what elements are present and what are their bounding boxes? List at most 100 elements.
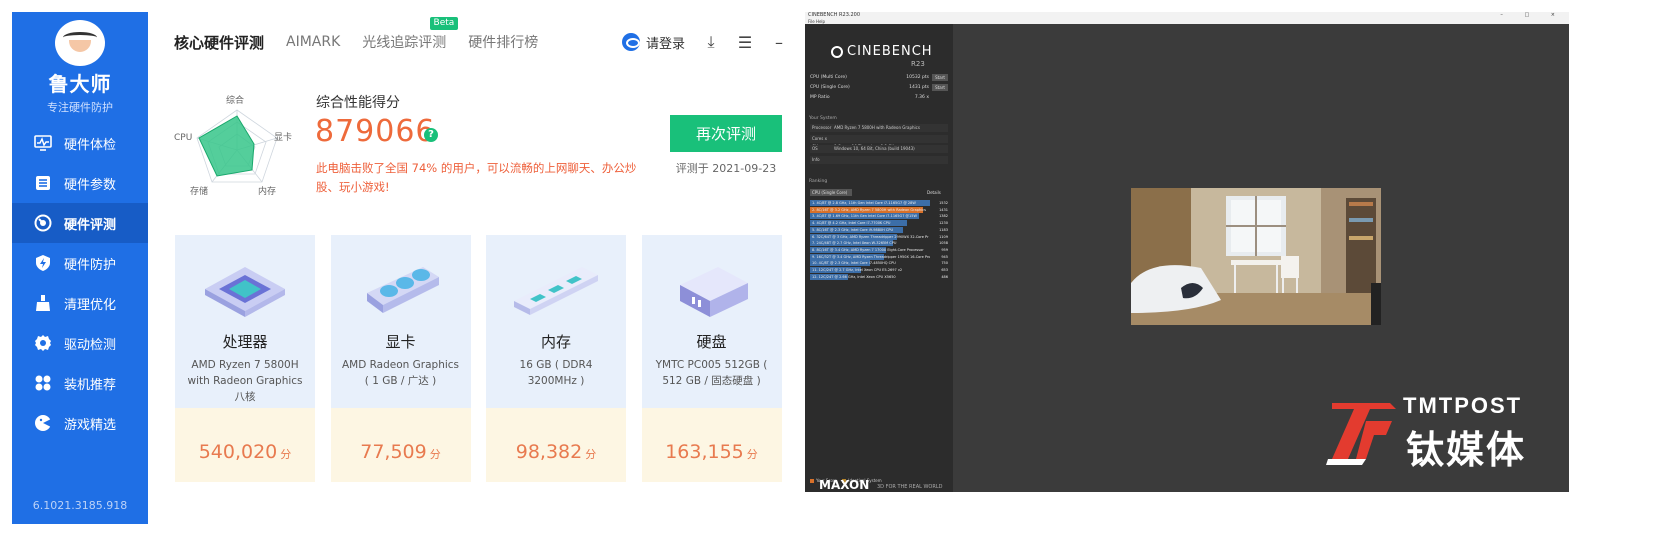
watermark-cn: 钛媒体 xyxy=(1406,428,1527,472)
result-label: CPU (Multi Core) xyxy=(810,75,847,80)
maxon-tagline: 3D FOR THE REAL WORLD xyxy=(877,484,943,490)
tab-0[interactable]: 核心硬件评测 xyxy=(174,32,264,53)
download-icon[interactable]: ⤓ xyxy=(703,32,719,52)
radar-chart: 综合 CPU 显卡 存储 内存 xyxy=(174,94,292,197)
score-value: 879066 xyxy=(315,114,436,149)
ranking-row[interactable]: 4. 4C/8T @ 4.2 GHz, Intel Core i7-7700K … xyxy=(810,220,948,227)
ranking-label: 5. 8C/16T @ 2.3 GHz, Intel Core i9-9880H… xyxy=(812,227,894,232)
ranking-details[interactable]: Details xyxy=(927,189,949,196)
mascot-logo-icon xyxy=(55,20,105,66)
cinebench-logo-icon xyxy=(831,45,843,58)
sidebar-item-4[interactable]: 清理优化 xyxy=(12,283,148,323)
hardware-card-1[interactable]: 显卡 AMD Radeon Graphics ( 1 GB / 广达 ) 77,50… xyxy=(330,235,471,482)
menu-icon[interactable]: ☰ xyxy=(737,33,753,52)
tab-label: 核心硬件评测 xyxy=(174,33,265,52)
cinebench-side-panel: CINEBENCH R23 CPU (Multi Core) 10532 pts S… xyxy=(805,24,953,492)
radar-label-bottom-left: 存储 xyxy=(190,185,208,197)
sidebar-item-7[interactable]: 游戏精选 xyxy=(12,403,148,443)
ranking-score: 1183 xyxy=(939,227,948,232)
ranking-select[interactable]: CPU (Single Core) xyxy=(810,189,852,196)
tab-1[interactable]: AIMARK xyxy=(286,34,340,50)
help-icon[interactable]: ? xyxy=(424,128,438,142)
beta-badge: Beta xyxy=(429,17,459,30)
cinebench-logo: CINEBENCH xyxy=(831,44,933,59)
login-link[interactable]: 请登录 xyxy=(646,33,685,52)
card-score-unit: 分 xyxy=(280,448,292,461)
beat-text: 此电脑击败了全国 74% 的用户，可以流畅的上网聊天、办公炒股、玩小游戏! xyxy=(316,161,637,194)
hardware-card-0[interactable]: 处理器 AMD Ryzen 7 5800H with Radeon Graphic… xyxy=(175,235,315,482)
system-key: Info xyxy=(812,156,820,162)
result-value: 7.36 x xyxy=(914,95,929,100)
ranking-row[interactable]: 2. 8C/16T @ 3.2 GHz, AMD Ryzen 7 5800H w… xyxy=(810,206,948,213)
ranking-row[interactable]: 9. 16C/32T @ 3.4 GHz, AMD Ryzen Threadri… xyxy=(810,253,948,260)
minimize-icon[interactable]: – xyxy=(771,33,787,52)
sidebar-item-label: 游戏精选 xyxy=(64,417,117,433)
ranking-label: 12. 12C/24T @ 2.66 GHz, Intel Xeon CPU X… xyxy=(812,274,896,279)
sidebar-item-2[interactable]: 硬件评测 xyxy=(12,203,148,243)
tmtpost-logo-icon xyxy=(1326,403,1396,465)
sidebar-item-5[interactable]: 驱动检测 xyxy=(12,323,148,363)
radar-label-right: 显卡 xyxy=(274,131,292,143)
start-button[interactable]: Start xyxy=(932,74,948,81)
user-icon[interactable] xyxy=(621,33,640,51)
ranking-row[interactable]: 10. 4C/8T @ 2.3 GHz, Intel Core i7-4850H… xyxy=(810,260,948,267)
ranking-row[interactable]: 5. 8C/16T @ 2.3 GHz, Intel Core i9-9880H… xyxy=(810,226,948,233)
score-label: 综合性能得分 xyxy=(316,95,400,111)
hardware-card-3[interactable]: 硬盘 YMTC PC005 512GB ( 512 GB / 固态硬盘 ) 163,… xyxy=(641,235,782,482)
start-button[interactable]: Start xyxy=(932,84,948,91)
card-title: 硬盘 xyxy=(696,333,727,351)
card-desc: AMD Ryzen 7 5800H with Radeon Graphics 八… xyxy=(187,359,303,403)
ranking-row[interactable]: 12. 12C/24T @ 2.66 GHz, Intel Xeon CPU X… xyxy=(810,273,948,280)
ranking-score: 1431 xyxy=(939,207,948,212)
gear-icon xyxy=(34,334,52,352)
system-key: OS xyxy=(812,146,818,151)
sidebar-item-label: 硬件体检 xyxy=(64,137,117,153)
system-row: Info xyxy=(810,155,948,164)
ranking-score: 1382 xyxy=(939,214,948,219)
render-preview-image xyxy=(1131,188,1381,325)
tab-2[interactable]: 光线追踪评测 Beta xyxy=(362,17,459,52)
radar-label-bottom-right: 内存 xyxy=(258,185,276,197)
ranking-heading: Ranking xyxy=(809,179,828,184)
tab-3[interactable]: 硬件排行榜 xyxy=(468,32,538,52)
result-value: 1431 pts xyxy=(909,85,929,90)
tab-label: 硬件排行榜 xyxy=(468,35,539,51)
ranking-row[interactable]: 8. 8C/16T @ 3.4 GHz, AMD Ryzen 7 1700X E… xyxy=(810,246,948,253)
card-desc: YMTC PC005 512GB ( 512 GB / 固态硬盘 ) xyxy=(655,359,768,387)
sidebar-item-6[interactable]: 装机推荐 xyxy=(12,363,148,403)
ranking-score: 945 xyxy=(941,254,948,259)
shield-bolt-icon xyxy=(34,254,52,272)
radar-label-left: CPU xyxy=(174,133,192,143)
maxon-logo: MAXON xyxy=(819,478,870,492)
ranking-row[interactable]: 11. 12C/24T @ 2.7 GHz, Intel Xeon CPU E5… xyxy=(810,267,948,273)
sidebar-item-1[interactable]: 硬件参数 xyxy=(12,163,148,203)
ranking-label: 3. 4C/8T @ 1.69 GHz, 11th Gen Intel Core… xyxy=(812,214,917,219)
app-slogan: 专注硬件防护 xyxy=(47,101,113,114)
ranking-label: 7. 24C/48T @ 2.7 GHz, Intel Xeon W-3265M… xyxy=(812,241,897,246)
ranking-row[interactable]: 1. 4C/8T @ 2.8 GHz, 11th Gen Intel Core … xyxy=(810,200,948,206)
sidebar-item-0[interactable]: 硬件体检 xyxy=(12,123,148,163)
ranking-score: 1058 xyxy=(939,241,948,246)
ranking-score: 486 xyxy=(941,274,948,279)
gauge-icon xyxy=(34,214,52,232)
result-value: 10532 pts xyxy=(906,75,929,80)
ranking-label: 8. 8C/16T @ 3.4 GHz, AMD Ryzen 7 1700X E… xyxy=(812,247,924,252)
broom-icon xyxy=(34,294,52,312)
hardware-card-2[interactable]: 内存 16 GB ( DDR4 3200MHz ) 98,382 分 xyxy=(486,235,626,482)
app-logo: 鲁大师 专注硬件防护 xyxy=(12,20,148,115)
ranking-row[interactable]: 3. 4C/8T @ 1.69 GHz, 11th Gen Intel Core… xyxy=(810,213,948,220)
card-score-value: 163,155 xyxy=(665,441,744,463)
tab-label: 光线追踪评测 xyxy=(362,35,447,51)
sidebar-item-3[interactable]: 硬件防护 xyxy=(12,243,148,283)
cinebench-window-controls[interactable]: – □ × xyxy=(1500,12,1565,19)
cpu-chip-icon xyxy=(197,253,293,333)
ranking-label: 11. 12C/24T @ 2.7 GHz, Intel Xeon CPU E5… xyxy=(812,268,903,272)
ranking-row[interactable]: 6. 32C/64T @ 3 GHz, AMD Ryzen Threadripp… xyxy=(810,233,948,240)
ranking-row[interactable]: 7. 24C/48T @ 2.7 GHz, Intel Xeon W-3265M… xyxy=(810,240,948,247)
card-score: 540,020 分 xyxy=(175,441,315,463)
reevaluate-button[interactable]: 再次评测 xyxy=(670,115,782,152)
sidebar-item-label: 驱动检测 xyxy=(64,337,117,353)
tmtpost-watermark: TMTPOST 钛媒体 xyxy=(1326,393,1556,473)
screenshot-root: 鲁大师 专注硬件防护 硬件体检硬件参数 硬件评测 硬件防护 清理优化驱动检测装机推荐游… xyxy=(0,0,1675,536)
system-heading: Your System xyxy=(809,116,837,121)
